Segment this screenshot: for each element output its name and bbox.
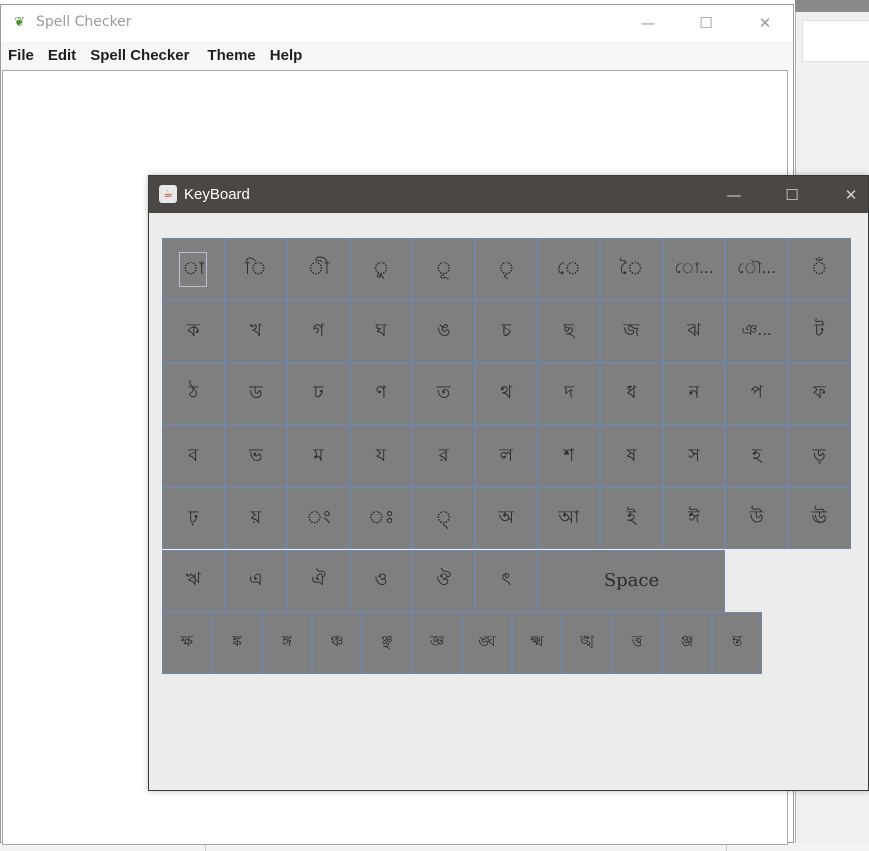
key-keyboard_window-rows-2-5[interactable]: থ [475, 362, 538, 425]
key-keyboard_window-rows-0-4[interactable]: ূ [412, 238, 475, 301]
key-keyboard_window-rows-4-5[interactable]: অ [475, 487, 538, 550]
key-keyboard_window-rows-6-4[interactable]: ঞ্ছ [362, 611, 412, 675]
java-icon: ☕ [159, 185, 177, 203]
key-keyboard_window-rows-1-4[interactable]: ঙ [412, 300, 475, 363]
key-keyboard_window-rows-1-7[interactable]: জ [600, 300, 663, 363]
menu-theme[interactable]: Theme [200, 47, 262, 64]
key-keyboard_window-rows-2-0[interactable]: ঠ [162, 362, 225, 425]
key-keyboard_window-rows-1-3[interactable]: ঘ [349, 300, 413, 363]
minimize-button[interactable]: — [625, 5, 671, 41]
main-titlebar[interactable]: ❦ Spell Checker — ☐ ✕ [1, 5, 793, 41]
key-keyboard_window-rows-0-6[interactable]: ে [537, 238, 601, 301]
key-keyboard_window-rows-4-3[interactable]: ঃ [349, 487, 413, 550]
key-keyboard_window-rows-0-9[interactable]: ৌ... [725, 238, 788, 301]
key-keyboard_window-rows-2-2[interactable]: ঢ [287, 362, 350, 425]
keyboard-maximize-button[interactable]: ☐ [769, 176, 815, 213]
key-keyboard_window-rows-3-0[interactable]: ব [162, 424, 225, 488]
keyboard-window-title: KeyBoard [184, 186, 250, 203]
key-keyboard_window-rows-0-7[interactable]: ৈ [600, 238, 663, 301]
key-keyboard_window-rows-3-4[interactable]: র [412, 424, 475, 488]
key-keyboard_window-rows-2-4[interactable]: ত [412, 362, 475, 425]
key-keyboard_window-rows-1-2[interactable]: গ [287, 300, 350, 363]
key-keyboard_window-rows-4-6[interactable]: আ [537, 487, 601, 550]
key-keyboard_window-rows-4-0[interactable]: ঢ় [162, 487, 225, 550]
key-keyboard_window-rows-0-1[interactable]: ি [224, 238, 288, 301]
app-icon: ❦ [14, 15, 25, 30]
main-window-title: Spell Checker [36, 14, 132, 30]
key-keyboard_window-rows-3-10[interactable]: ড় [788, 424, 851, 488]
key-keyboard_window-rows-6-8[interactable]: ঙ্খ [562, 611, 612, 675]
key-keyboard_window-rows-1-1[interactable]: খ [224, 300, 288, 363]
key-keyboard_window-rows-2-8[interactable]: ন [662, 362, 726, 425]
key-keyboard_window-rows-1-6[interactable]: ছ [537, 300, 601, 363]
key-keyboard_window-rows-3-6[interactable]: শ [537, 424, 601, 488]
key-keyboard_window-rows-3-9[interactable]: হ [725, 424, 788, 488]
key-keyboard_window-rows-6-3[interactable]: ঞ্চ [312, 611, 362, 675]
close-button[interactable]: ✕ [742, 5, 788, 41]
key-keyboard_window-rows-5-5[interactable]: ৎ [475, 549, 538, 612]
key-keyboard_window-rows-5-4[interactable]: ঔ [412, 549, 475, 612]
key-keyboard_window-rows-4-4[interactable]: ্ [412, 487, 475, 550]
key-keyboard_window-rows-2-1[interactable]: ড [224, 362, 288, 425]
menu-file[interactable]: File [1, 47, 41, 64]
keyboard-window: ☕ KeyBoard — ☐ ✕ ািীুূৃেৈো...ৌ...ঁ ক খ গ ঘ ঙ চ… [148, 175, 869, 791]
key-keyboard_window-rows-4-10[interactable]: ঊ [788, 487, 851, 550]
key-keyboard_window-rows-5-3[interactable]: ও [349, 549, 413, 612]
key-keyboard_window-rows-2-6[interactable]: দ [537, 362, 601, 425]
keyboard-minimize-button[interactable]: — [711, 176, 757, 213]
key-keyboard_window-rows-4-1[interactable]: য় [224, 487, 288, 550]
key-keyboard_window-rows-6-1[interactable]: ঙ্ক [212, 611, 262, 675]
key-keyboard_window-rows-3-8[interactable]: স [662, 424, 726, 488]
key-keyboard_window-rows-2-7[interactable]: ধ [600, 362, 663, 425]
key-keyboard_window-rows-1-5[interactable]: চ [475, 300, 538, 363]
key-keyboard_window-rows-6-10[interactable]: ঞ্জ [662, 611, 712, 675]
key-keyboard_window-rows-3-5[interactable]: ল [475, 424, 538, 488]
key-keyboard_window-rows-2-9[interactable]: প [725, 362, 788, 425]
key-keyboard_window-rows-4-2[interactable]: ং [287, 487, 350, 550]
key-keyboard_window-rows-3-1[interactable]: ভ [224, 424, 288, 488]
key-keyboard_window-rows-2-3[interactable]: ণ [349, 362, 413, 425]
key-keyboard_window-rows-1-0[interactable]: ক [162, 300, 225, 363]
key-keyboard_window-rows-6-9[interactable]: ত্ত [612, 611, 662, 675]
keyboard-close-button[interactable]: ✕ [828, 176, 869, 213]
key-space[interactable]: Space [537, 549, 726, 612]
key-keyboard_window-rows-3-7[interactable]: ষ [600, 424, 663, 488]
key-keyboard_window-rows-3-2[interactable]: ম [287, 424, 350, 488]
background-window-titlebar [795, 0, 869, 12]
key-keyboard_window-rows-0-5[interactable]: ৃ [475, 238, 538, 301]
menu-bar: File Edit Spell Checker Theme Help [1, 41, 793, 70]
key-keyboard_window-rows-0-0[interactable]: া [162, 238, 225, 301]
key-keyboard_window-rows-6-0[interactable]: ক্ষ [162, 611, 212, 675]
menu-help[interactable]: Help [263, 47, 310, 64]
key-keyboard_window-rows-6-7[interactable]: ক্ষ্ম [512, 611, 562, 675]
key-keyboard_window-rows-4-9[interactable]: উ [725, 487, 788, 550]
key-keyboard_window-rows-6-11[interactable]: ন্ত [712, 611, 762, 675]
key-keyboard_window-rows-0-3[interactable]: ু [349, 238, 413, 301]
key-keyboard_window-rows-3-3[interactable]: য [349, 424, 413, 488]
maximize-button[interactable]: ☐ [683, 5, 729, 41]
key-keyboard_window-rows-1-10[interactable]: ট [788, 300, 851, 363]
focus-indicator: া [179, 251, 208, 287]
key-keyboard_window-rows-2-10[interactable]: ফ [788, 362, 851, 425]
key-keyboard_window-rows-1-9[interactable]: ঞ... [725, 300, 788, 363]
key-keyboard_window-rows-5-0[interactable]: ঋ [162, 549, 225, 612]
key-keyboard_window-rows-5-2[interactable]: ঐ [287, 549, 350, 612]
background-window-field [802, 20, 869, 62]
menu-edit[interactable]: Edit [41, 47, 83, 64]
key-keyboard_window-rows-6-2[interactable]: ঙ্গ [262, 611, 312, 675]
key-keyboard_window-rows-0-2[interactable]: ী [287, 238, 350, 301]
key-keyboard_window-rows-4-8[interactable]: ঈ [662, 487, 726, 550]
keyboard-titlebar[interactable]: ☕ KeyBoard — ☐ ✕ [149, 176, 868, 213]
key-keyboard_window-rows-6-5[interactable]: জ্ঞ [412, 611, 462, 675]
key-keyboard_window-rows-6-6[interactable]: ঙ্ঘ [462, 611, 512, 675]
key-keyboard_window-rows-4-7[interactable]: ই [600, 487, 663, 550]
key-keyboard_window-rows-1-8[interactable]: ঝ [662, 300, 726, 363]
menu-spell-checker[interactable]: Spell Checker [83, 47, 196, 64]
key-keyboard_window-rows-0-8[interactable]: ো... [662, 238, 726, 301]
key-keyboard_window-rows-0-10[interactable]: ঁ [788, 238, 851, 301]
key-keyboard_window-rows-5-1[interactable]: এ [224, 549, 288, 612]
